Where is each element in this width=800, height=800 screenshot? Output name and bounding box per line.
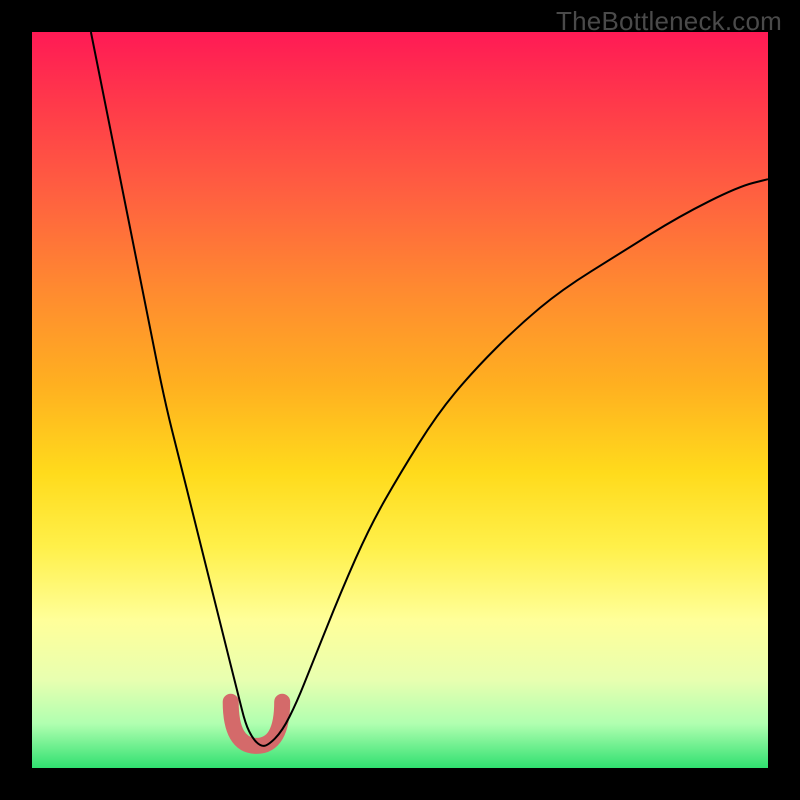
chart-container: TheBottleneck.com xyxy=(0,0,800,800)
chart-svg xyxy=(32,32,768,768)
watermark-text: TheBottleneck.com xyxy=(556,6,782,37)
bottleneck-curve xyxy=(91,32,768,746)
plot-area xyxy=(32,32,768,768)
